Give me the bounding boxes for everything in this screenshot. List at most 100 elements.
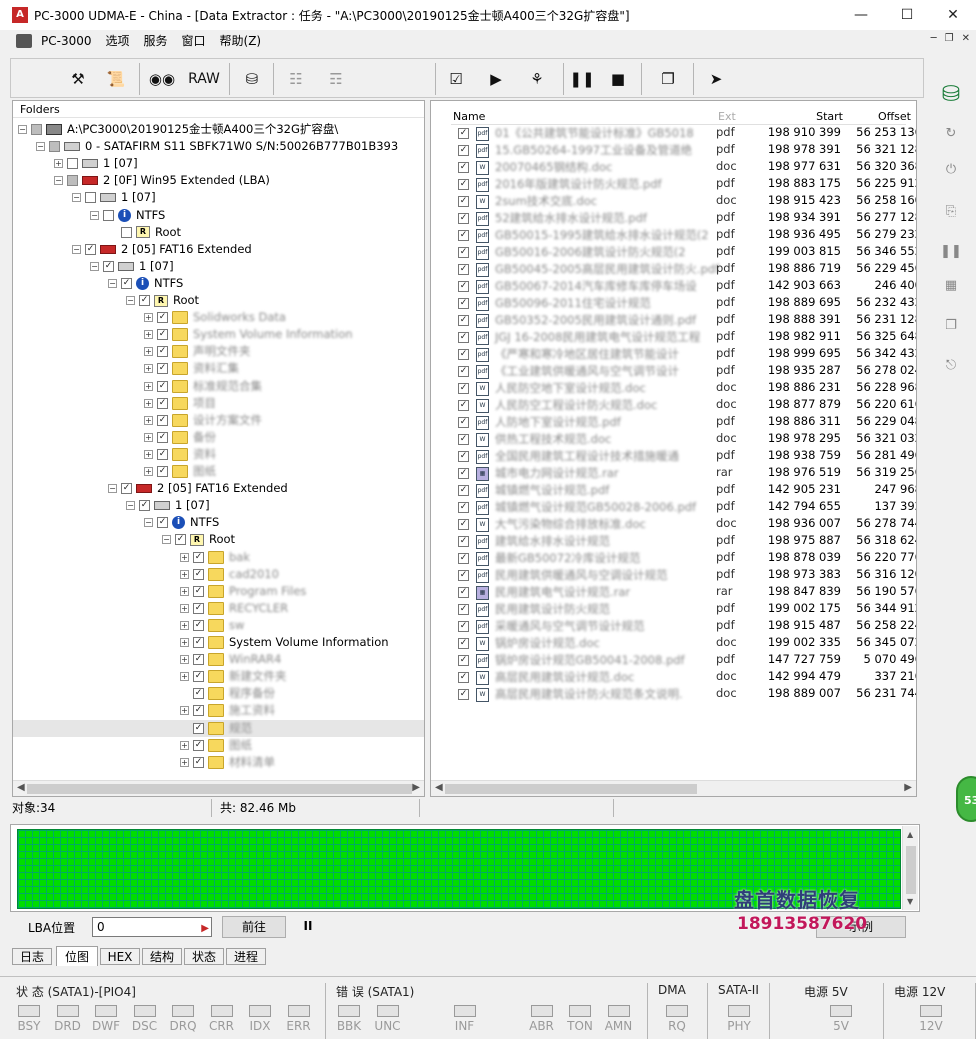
row-checkbox[interactable]: ✓ [458, 434, 469, 445]
list-hscroll[interactable]: ◀ ▶ [431, 780, 916, 796]
tree-checkbox[interactable]: ✓ [121, 483, 132, 495]
table-row[interactable]: ✓ W 人民防空地下室设计规范.doc doc 198 886 231 56 228 96… [451, 380, 916, 397]
menu-options[interactable]: 选项 [98, 32, 136, 49]
tab-structure[interactable]: 结构 [142, 948, 182, 965]
row-checkbox[interactable]: ✓ [458, 196, 469, 207]
tree-node[interactable]: + ✓ 材料清单 [180, 754, 275, 771]
row-checkbox[interactable]: ✓ [458, 536, 469, 547]
raw-button[interactable]: RAW [185, 65, 223, 93]
row-checkbox[interactable]: ✓ [458, 451, 469, 462]
mdi-minimize-icon[interactable]: ─ [931, 33, 937, 44]
expand-icon[interactable]: + [144, 449, 153, 459]
tree-checkbox[interactable]: ✓ [157, 380, 168, 392]
pause-icon[interactable]: ❚❚ [569, 65, 595, 93]
tree-node[interactable]: + ✓ System Volume Information [144, 326, 353, 343]
collapse-icon[interactable]: − [72, 244, 81, 254]
scroll-left-icon[interactable]: ◀ [17, 782, 25, 793]
tree-node[interactable]: + ✓ 设计方案文件 [144, 412, 262, 429]
expand-icon[interactable]: + [180, 586, 189, 596]
table-row[interactable]: ✓ pdf GB50016-2006建筑设计防火规范(2 pdf 199 003 815… [451, 244, 916, 261]
tree-checkbox[interactable] [49, 141, 60, 153]
tree-checkbox[interactable]: ✓ [193, 705, 204, 717]
tree-node[interactable]: + ✓ 资料 [144, 446, 216, 463]
scroll-icon[interactable]: 📜 [101, 65, 131, 93]
tab-hex[interactable]: HEX [100, 948, 140, 965]
table-row[interactable]: ✓ pdf 全国民用建筑工程设计技术措施暖通 pdf 198 938 759 56 281… [451, 448, 916, 465]
folders-hscroll[interactable]: ◀ ▶ [13, 780, 424, 796]
row-checkbox[interactable]: ✓ [458, 638, 469, 649]
expand-icon[interactable] [180, 689, 189, 698]
collapse-icon[interactable]: − [36, 142, 45, 152]
row-checkbox[interactable]: ✓ [458, 128, 469, 139]
tree-checkbox[interactable] [31, 124, 42, 135]
tree-checkbox[interactable]: ✓ [193, 637, 204, 648]
tree-checkbox[interactable]: ✓ [157, 346, 168, 358]
table-row[interactable]: ✓W高层民用建筑设计规范.docdoc142 994 479337 216 [451, 669, 916, 686]
table-row[interactable]: ✓ pdf GB50067-2014汽车库修车库停车场设 pdf 142 903 663… [451, 278, 916, 295]
collapse-icon[interactable]: − [54, 176, 63, 186]
tree-checkbox[interactable]: ✓ [103, 260, 114, 272]
tree-node[interactable]: + ✓ 备份 [144, 429, 216, 446]
tree-node[interactable]: − A:\PC3000\20190125金士顿A400三个32G扩容盘\ [18, 121, 338, 138]
tree-node[interactable]: + ✓ 图纸 [144, 463, 216, 480]
power-icon[interactable]: ⏻ [936, 162, 966, 184]
tree-node[interactable]: + ✓ 新建文件夹 [180, 668, 287, 685]
tree-checkbox[interactable]: ✓ [157, 397, 168, 409]
col-offset[interactable]: Offset [861, 110, 911, 123]
tree-checkbox[interactable]: ✓ [157, 448, 168, 460]
table-row[interactable]: ✓ pdf 52建筑给水排水设计规范.pdf pdf 198 934 391 56 277… [451, 210, 916, 227]
tree-checkbox[interactable]: ✓ [193, 739, 204, 751]
row-checkbox[interactable]: ✓ [458, 162, 469, 173]
table-row[interactable]: ✓ ▦ 城市电力网设计规范.rar rar 198 976 519 56 319 256 [451, 465, 916, 482]
windows-icon[interactable]: ❐ [653, 65, 683, 93]
tree-checkbox[interactable]: ✓ [157, 431, 168, 443]
collapse-icon[interactable]: − [108, 484, 117, 494]
row-checkbox[interactable]: ✓ [458, 315, 469, 326]
tree-node[interactable]: + ✓ 标准规范合集 [144, 378, 262, 395]
expand-icon[interactable]: + [180, 706, 189, 716]
row-checkbox[interactable]: ✓ [458, 689, 469, 700]
tree-checkbox[interactable]: ✓ [193, 654, 204, 666]
row-checkbox[interactable]: ✓ [458, 519, 469, 530]
tree-node[interactable]: − ✓ R Root [162, 531, 235, 548]
table-row[interactable]: ✓ pdf 01《公共建筑节能设计标准》GB5018 pdf 198 910 399 56… [451, 125, 916, 142]
tree-checkbox[interactable]: ✓ [193, 568, 204, 580]
collapse-icon[interactable]: − [126, 296, 135, 305]
tree-node[interactable]: + ✓ 项目 [144, 395, 216, 412]
expand-icon[interactable]: + [180, 552, 189, 562]
port-icon[interactable]: ⎘ [936, 204, 966, 226]
collapse-icon[interactable]: − [108, 278, 117, 288]
row-checkbox[interactable]: ✓ [458, 281, 469, 292]
row-checkbox[interactable]: ✓ [458, 298, 469, 309]
row-checkbox[interactable]: ✓ [458, 247, 469, 258]
row-checkbox[interactable]: ✓ [458, 587, 469, 598]
table-row[interactable]: ✓ pdf GB50045-2005高层民用建筑设计防火.pdf pdf 198 886… [451, 261, 916, 278]
tree-node[interactable]: − ✓ 2 [05] FAT16 Extended [72, 241, 252, 258]
table-row[interactable]: ✓ pdf 民用建筑供暖通风与空调设计规范 pdf 198 973 383 56 316 … [451, 567, 916, 584]
tree-view-icon[interactable]: ☷ [281, 65, 311, 93]
pc3000-menu-icon[interactable] [16, 33, 32, 48]
tree-node[interactable]: + ✓ WinRAR4 [180, 651, 281, 668]
row-checkbox[interactable]: ✓ [458, 604, 469, 615]
tree-checkbox[interactable]: ✓ [175, 534, 186, 546]
expand-icon[interactable]: + [144, 381, 153, 391]
row-checkbox[interactable]: ✓ [458, 179, 469, 190]
pause-side-icon[interactable]: ❚❚ [936, 244, 966, 266]
table-row[interactable]: ✓ pdf 锅炉房设计规范GB50041-2008.pdf pdf 147 727 75… [451, 652, 916, 669]
table-row[interactable]: ✓ pdf 《工业建筑供暖通风与空气调节设计 pdf 198 935 287 56 278… [451, 363, 916, 380]
database-icon[interactable]: ⛁ [936, 82, 966, 107]
row-checkbox[interactable]: ✓ [458, 553, 469, 564]
table-row[interactable]: ✓ pdf 最新GB50072冷库设计规范 pdf 198 878 039 56 220 … [451, 550, 916, 567]
expand-icon[interactable]: + [54, 159, 63, 169]
tree-node[interactable]: − ✓ i NTFS [144, 514, 219, 531]
tree-checkbox[interactable]: ✓ [157, 466, 168, 477]
play-icon[interactable]: ▶ [481, 65, 511, 93]
expand-icon[interactable]: + [180, 603, 189, 613]
row-checkbox[interactable]: ✓ [458, 570, 469, 581]
expand-icon[interactable]: + [180, 655, 189, 665]
scroll-right-icon[interactable]: ▶ [412, 782, 420, 793]
tree-checkbox[interactable]: ✓ [193, 602, 204, 614]
expand-icon[interactable]: + [144, 398, 153, 408]
row-checkbox[interactable]: ✓ [458, 332, 469, 343]
table-row[interactable]: ✓ W 2sum技术交底.doc doc 198 915 423 56 258 160 [451, 193, 916, 210]
